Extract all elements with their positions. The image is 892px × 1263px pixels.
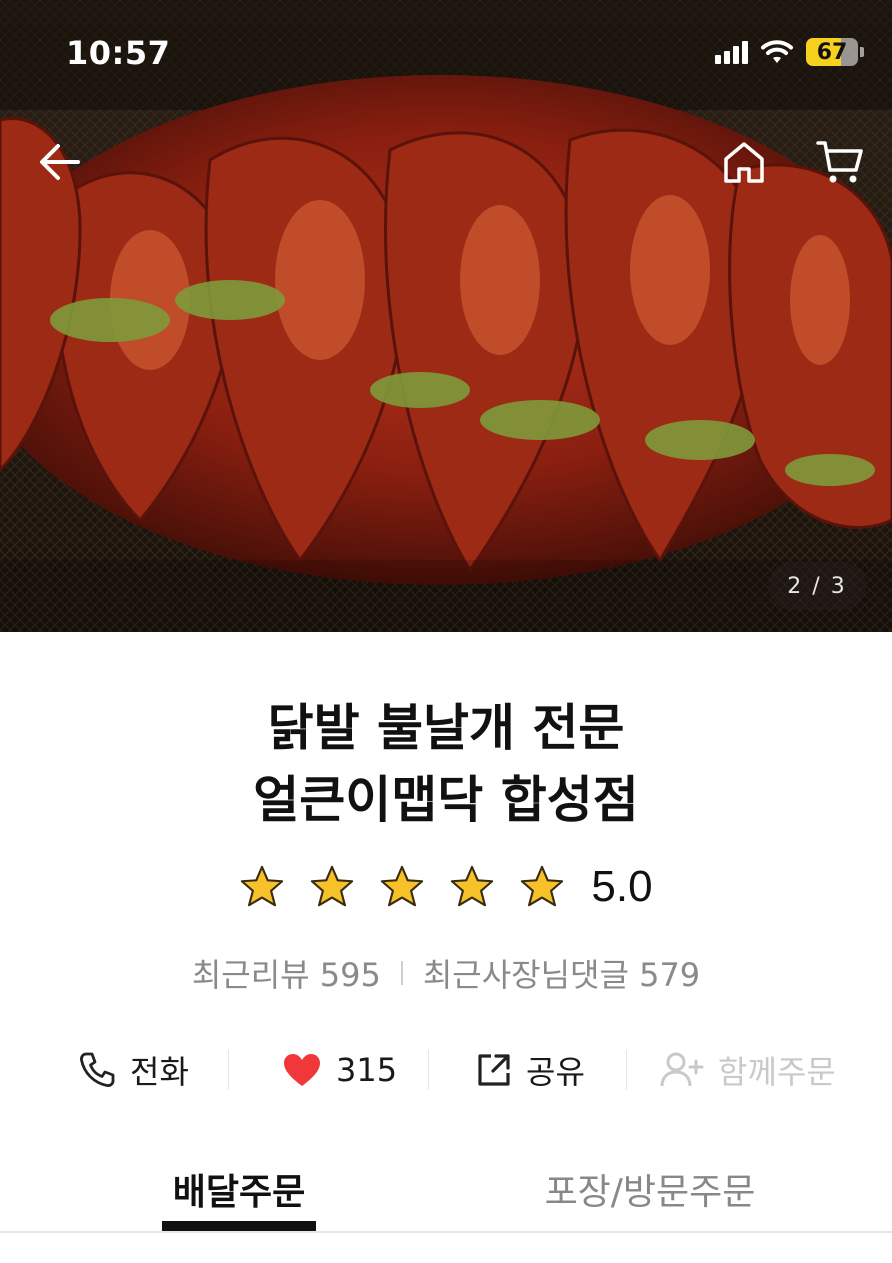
home-button[interactable] xyxy=(716,134,772,190)
share-button[interactable]: 공유 xyxy=(476,1040,585,1100)
group-order-button[interactable]: 함께주문 xyxy=(660,1040,836,1100)
store-name-line2: 얼큰이맵닥 합성점 xyxy=(253,771,639,829)
recent-reviews-link[interactable]: 최근리뷰 595 xyxy=(192,950,381,996)
battery-indicator: 67 xyxy=(806,38,858,66)
star-icon xyxy=(521,865,564,907)
review-divider xyxy=(400,961,403,985)
star-icon xyxy=(241,865,284,907)
store-name-line1: 닭발 불날개 전문 xyxy=(267,699,625,757)
group-order-label: 함께주문 xyxy=(718,1053,836,1091)
share-label: 공유 xyxy=(526,1053,585,1091)
call-button[interactable]: 전화 xyxy=(78,1040,189,1100)
star-icon xyxy=(381,865,424,907)
cellular-signal-icon xyxy=(715,40,748,64)
heart-icon xyxy=(284,1054,320,1086)
active-tab-indicator xyxy=(162,1221,316,1231)
back-button[interactable] xyxy=(32,134,88,190)
battery-percent: 67 xyxy=(816,39,848,65)
cart-icon xyxy=(816,141,863,183)
star-icon xyxy=(451,865,494,907)
phone-icon xyxy=(80,1052,115,1087)
tab-delivery[interactable]: 배달주문 xyxy=(162,1150,316,1228)
share-icon xyxy=(478,1054,510,1086)
rating-row[interactable]: 5.0 xyxy=(0,862,892,912)
star-rating xyxy=(239,864,565,910)
like-count: 315 xyxy=(336,1051,398,1089)
home-icon xyxy=(724,142,764,183)
order-type-tabs: 배달주문 포장/방문주문 xyxy=(0,1150,892,1234)
image-page-counter: 2 / 3 xyxy=(768,562,866,610)
rating-value: 5.0 xyxy=(591,862,653,911)
status-time: 10:57 xyxy=(66,34,171,72)
action-row: 전화 315 공유 함께주문 xyxy=(0,1040,892,1100)
add-person-icon xyxy=(660,1052,704,1087)
review-summary: 최근리뷰 595 최근사장님댓글 579 xyxy=(0,950,892,996)
tabs-divider xyxy=(0,1231,892,1233)
cart-button[interactable] xyxy=(812,134,868,190)
battery-tip xyxy=(860,47,864,57)
tab-pickup[interactable]: 포장/방문주문 xyxy=(530,1150,770,1228)
action-divider xyxy=(428,1050,429,1090)
star-icon xyxy=(311,865,354,907)
action-divider xyxy=(228,1050,229,1090)
food-photo xyxy=(0,0,892,632)
back-arrow-icon xyxy=(40,144,80,180)
store-name: 닭발 불날개 전문 얼큰이맵닥 합성점 xyxy=(0,692,892,836)
action-divider xyxy=(626,1050,627,1090)
wifi-icon xyxy=(761,40,793,63)
like-button[interactable]: 315 xyxy=(282,1040,397,1100)
hero-image[interactable]: 10:57 67 2 / 3 xyxy=(0,0,892,632)
call-label: 전화 xyxy=(130,1053,189,1091)
owner-replies-link[interactable]: 최근사장님댓글 579 xyxy=(423,950,700,996)
status-icons: 67 xyxy=(715,38,864,66)
